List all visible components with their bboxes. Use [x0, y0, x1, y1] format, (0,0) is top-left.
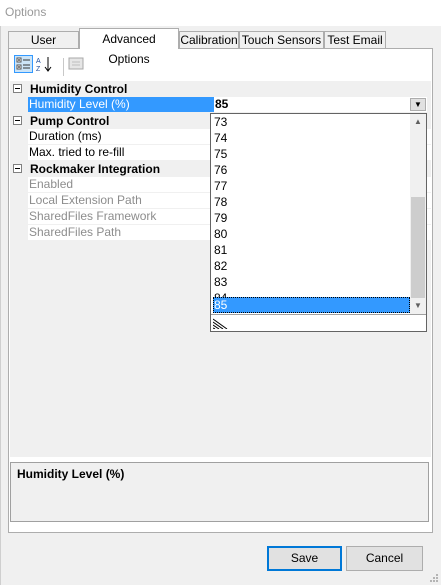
collapse-icon[interactable]	[13, 164, 22, 173]
collapse-icon[interactable]	[13, 84, 22, 93]
list-item[interactable]: 78	[213, 194, 410, 210]
list-item[interactable]: 81	[213, 242, 410, 258]
property-name[interactable]: Enabled	[28, 177, 215, 192]
collapse-icon[interactable]	[13, 116, 22, 125]
dropdown-scrollbar[interactable]: ▲ ▼	[410, 114, 426, 314]
tab-label: Test Email	[327, 33, 383, 47]
dropdown-resize-bar[interactable]	[211, 314, 426, 331]
category-label: Rockmaker Integration	[30, 162, 161, 176]
property-name[interactable]: Humidity Level (%)	[28, 97, 215, 112]
property-pages-icon	[68, 57, 84, 70]
tab-test-email[interactable]: Test Email	[324, 31, 386, 48]
list-item[interactable]: 74	[213, 130, 410, 146]
tab-user-options[interactable]: User Options	[8, 31, 79, 64]
scrollbar-thumb[interactable]	[411, 197, 425, 298]
property-name[interactable]: Duration (ms)	[28, 129, 215, 144]
window-frame	[0, 26, 1, 585]
list-item[interactable]: 82	[213, 258, 410, 274]
property-name[interactable]: Local Extension Path	[28, 193, 215, 208]
tab-touch-sensors[interactable]: Touch Sensors	[239, 31, 324, 48]
save-button[interactable]: Save	[267, 546, 342, 571]
humidity-dropdown-list[interactable]: 73 74 75 76 77 78 79 80 81 82 83 84 85 ▲…	[210, 113, 427, 332]
list-item[interactable]: 77	[213, 178, 410, 194]
tab-label: Advanced Options	[102, 32, 156, 66]
combo-value: 85	[215, 97, 229, 111]
chevron-down-icon: ▼	[414, 100, 422, 109]
list-item[interactable]: 80	[213, 226, 410, 242]
window-resize-grip-icon[interactable]	[428, 572, 439, 583]
svg-text:Z: Z	[36, 66, 41, 73]
list-item[interactable]: 75	[213, 146, 410, 162]
alphabetical-sort-icon: A Z	[36, 57, 52, 73]
list-item-selected[interactable]: 85	[213, 297, 410, 313]
scroll-down-icon[interactable]: ▼	[410, 298, 426, 314]
tab-advanced-options[interactable]: Advanced Options	[79, 28, 179, 66]
categorized-button[interactable]	[14, 55, 33, 73]
category-label: Pump Control	[30, 114, 110, 128]
combo-dropdown-button[interactable]: ▼	[410, 98, 426, 111]
category-humidity-control[interactable]: Humidity Control	[10, 81, 431, 97]
scroll-up-icon[interactable]: ▲	[410, 114, 426, 130]
tab-label: Calibration	[180, 33, 238, 47]
tab-label: Touch Sensors	[241, 33, 322, 47]
property-name[interactable]: SharedFiles Framework Supported	[28, 209, 215, 238]
list-item[interactable]: 76	[213, 162, 410, 178]
property-name[interactable]: SharedFiles Path	[28, 225, 215, 240]
category-label: Humidity Control	[30, 82, 128, 96]
humidity-level-combo[interactable]: 85	[214, 97, 427, 112]
categorized-icon	[16, 57, 30, 70]
title-bar	[0, 0, 441, 26]
window-title: Options	[5, 5, 47, 19]
cancel-button[interactable]: Cancel	[346, 546, 423, 571]
property-name[interactable]: Max. tried to re-fill	[28, 145, 215, 160]
list-item[interactable]: 73	[213, 114, 410, 130]
alphabetical-button[interactable]: A Z	[35, 55, 54, 73]
property-pages-button	[67, 55, 86, 73]
list-item[interactable]: 79	[213, 210, 410, 226]
tab-calibration[interactable]: Calibration	[179, 31, 239, 48]
svg-text:A: A	[36, 58, 41, 65]
list-item[interactable]: 83	[213, 274, 410, 290]
description-title: Humidity Level (%)	[17, 467, 125, 481]
property-description-panel: Humidity Level (%)	[10, 462, 429, 522]
toolbar-separator	[63, 58, 64, 76]
resize-grip-icon[interactable]	[213, 318, 229, 329]
property-grid-toolbar: A Z	[9, 49, 432, 79]
